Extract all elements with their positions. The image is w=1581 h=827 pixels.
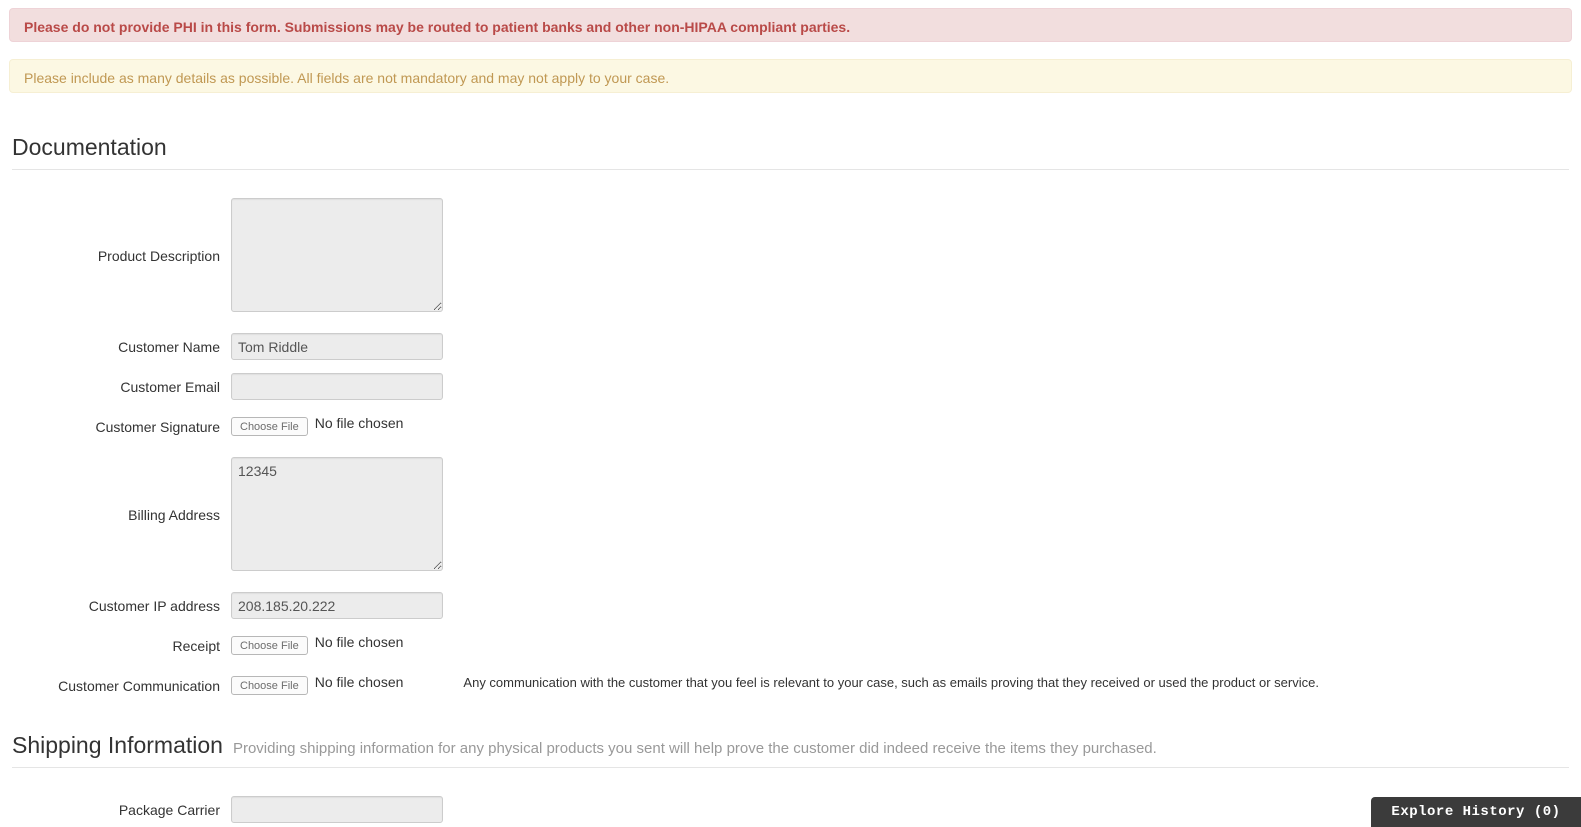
customer-communication-file-input[interactable]: Choose File No file chosen <box>231 672 403 699</box>
label-customer-signature: Customer Signature <box>12 413 231 437</box>
control-package-carrier <box>231 796 1569 823</box>
control-customer-signature: Choose File No file chosen <box>231 413 1569 440</box>
shipping-subtitle: Providing shipping information for any p… <box>233 739 1157 759</box>
file-status-text: No file chosen <box>315 674 404 690</box>
field-row-customer-name: Customer Name <box>12 333 1569 360</box>
control-customer-email <box>231 373 1569 400</box>
file-status-text: No file chosen <box>315 415 404 431</box>
label-receipt: Receipt <box>12 632 231 656</box>
choose-file-button[interactable]: Choose File <box>231 676 308 695</box>
receipt-file-input[interactable]: Choose File No file chosen <box>231 632 403 659</box>
field-row-customer-email: Customer Email <box>12 373 1569 400</box>
field-row-product-description: Product Description <box>12 198 1569 312</box>
documentation-title: Documentation <box>12 133 167 161</box>
label-billing-address: Billing Address <box>12 457 231 525</box>
choose-file-button[interactable]: Choose File <box>231 417 308 436</box>
customer-communication-help-text: Any communication with the customer that… <box>463 675 1319 690</box>
field-row-customer-signature: Customer Signature Choose File No file c… <box>12 413 1569 440</box>
label-customer-email: Customer Email <box>12 373 231 397</box>
customer-email-input[interactable] <box>231 373 443 400</box>
label-customer-name: Customer Name <box>12 333 231 357</box>
choose-file-button[interactable]: Choose File <box>231 636 308 655</box>
control-customer-ip-address <box>231 592 1569 619</box>
shipping-title: Shipping Information <box>12 731 223 759</box>
control-product-description <box>231 198 1569 312</box>
label-customer-ip-address: Customer IP address <box>12 592 231 616</box>
customer-name-input[interactable] <box>231 333 443 360</box>
label-customer-communication: Customer Communication <box>12 672 231 696</box>
shipping-legend: Shipping Information Providing shipping … <box>12 731 1569 768</box>
billing-address-textarea[interactable]: 12345 <box>231 457 443 571</box>
field-row-billing-address: Billing Address 12345 <box>12 457 1569 571</box>
control-receipt: Choose File No file chosen <box>231 632 1569 659</box>
shipping-section: Shipping Information Providing shipping … <box>12 731 1569 823</box>
product-description-textarea[interactable] <box>231 198 443 312</box>
control-billing-address: 12345 <box>231 457 1569 571</box>
documentation-legend: Documentation <box>12 133 1569 170</box>
field-row-package-carrier: Package Carrier <box>12 796 1569 823</box>
package-carrier-input[interactable] <box>231 796 443 823</box>
alert-details-notice: Please include as many details as possib… <box>9 59 1572 93</box>
label-package-carrier: Package Carrier <box>12 796 231 820</box>
field-row-customer-communication: Customer Communication Choose File No fi… <box>12 672 1569 699</box>
file-status-text: No file chosen <box>315 634 404 650</box>
label-product-description: Product Description <box>12 198 231 266</box>
control-customer-communication: Choose File No file chosen Any communica… <box>231 672 1569 699</box>
customer-signature-file-input[interactable]: Choose File No file chosen <box>231 413 403 440</box>
field-row-customer-ip-address: Customer IP address <box>12 592 1569 619</box>
control-customer-name <box>231 333 1569 360</box>
alert-phi-warning: Please do not provide PHI in this form. … <box>9 8 1572 42</box>
field-row-receipt: Receipt Choose File No file chosen <box>12 632 1569 659</box>
explore-history-button[interactable]: Explore History (0) <box>1371 797 1581 827</box>
documentation-section: Documentation Product Description Custom… <box>12 133 1569 699</box>
customer-ip-address-input[interactable] <box>231 592 443 619</box>
alert-stack: Please do not provide PHI in this form. … <box>0 0 1581 93</box>
